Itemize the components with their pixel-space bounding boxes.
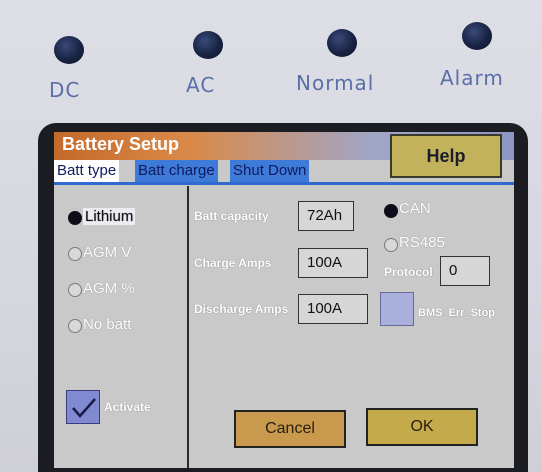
can-label[interactable]: CAN (399, 200, 431, 217)
checkmark-icon (72, 398, 96, 418)
panel-divider (187, 186, 189, 468)
discharge-amps-field[interactable]: 100A (298, 294, 368, 324)
normal-label: Normal (296, 71, 375, 95)
dc-led-icon (54, 36, 84, 64)
activate-label: Activate (104, 400, 151, 414)
activate-checkbox[interactable] (66, 390, 100, 424)
no-batt-radio[interactable] (68, 319, 82, 333)
bms-err-stop-label: BMS_Err_Stop (418, 307, 496, 319)
tab-batt-charge[interactable]: Batt charge (135, 160, 218, 182)
normal-led-icon (327, 29, 357, 57)
alarm-led-icon (462, 22, 492, 50)
lithium-radio[interactable] (68, 211, 82, 225)
tab-underline (54, 182, 514, 185)
tab-batt-type[interactable]: Batt type (54, 160, 120, 182)
no-batt-label[interactable]: No batt (83, 316, 131, 333)
batt-capacity-field[interactable]: 72Ah (298, 201, 354, 231)
lithium-label[interactable]: Lithium (83, 208, 136, 225)
cancel-button[interactable]: Cancel (234, 410, 346, 448)
rs485-radio[interactable] (384, 238, 398, 252)
agm-v-radio[interactable] (68, 247, 82, 261)
rs485-label[interactable]: RS485 (399, 234, 445, 251)
bms-err-stop-checkbox[interactable] (380, 292, 414, 326)
agm-percent-radio[interactable] (68, 283, 82, 297)
page-title: Battery Setup (62, 134, 180, 154)
agm-v-label[interactable]: AGM V (83, 244, 131, 261)
agm-percent-label[interactable]: AGM % (83, 280, 135, 297)
discharge-amps-label: Discharge Amps (194, 302, 289, 316)
dc-label: DC (49, 78, 81, 102)
can-radio[interactable] (384, 204, 398, 218)
battery-setup-screen: Battery Setup Help Batt type Batt charge… (54, 132, 514, 468)
protocol-field[interactable]: 0 (440, 256, 490, 286)
protocol-label: Protocol (384, 265, 433, 279)
ac-led-icon (193, 31, 223, 59)
ok-button[interactable]: OK (366, 408, 478, 446)
tab-shut-down[interactable]: Shut Down (230, 160, 310, 182)
help-button[interactable]: Help (390, 134, 502, 178)
batt-capacity-label: Batt capacity (194, 209, 269, 223)
ac-label: AC (186, 73, 216, 97)
alarm-label: Alarm (440, 66, 504, 90)
charge-amps-label: Charge Amps (194, 256, 272, 270)
charge-amps-field[interactable]: 100A (298, 248, 368, 278)
